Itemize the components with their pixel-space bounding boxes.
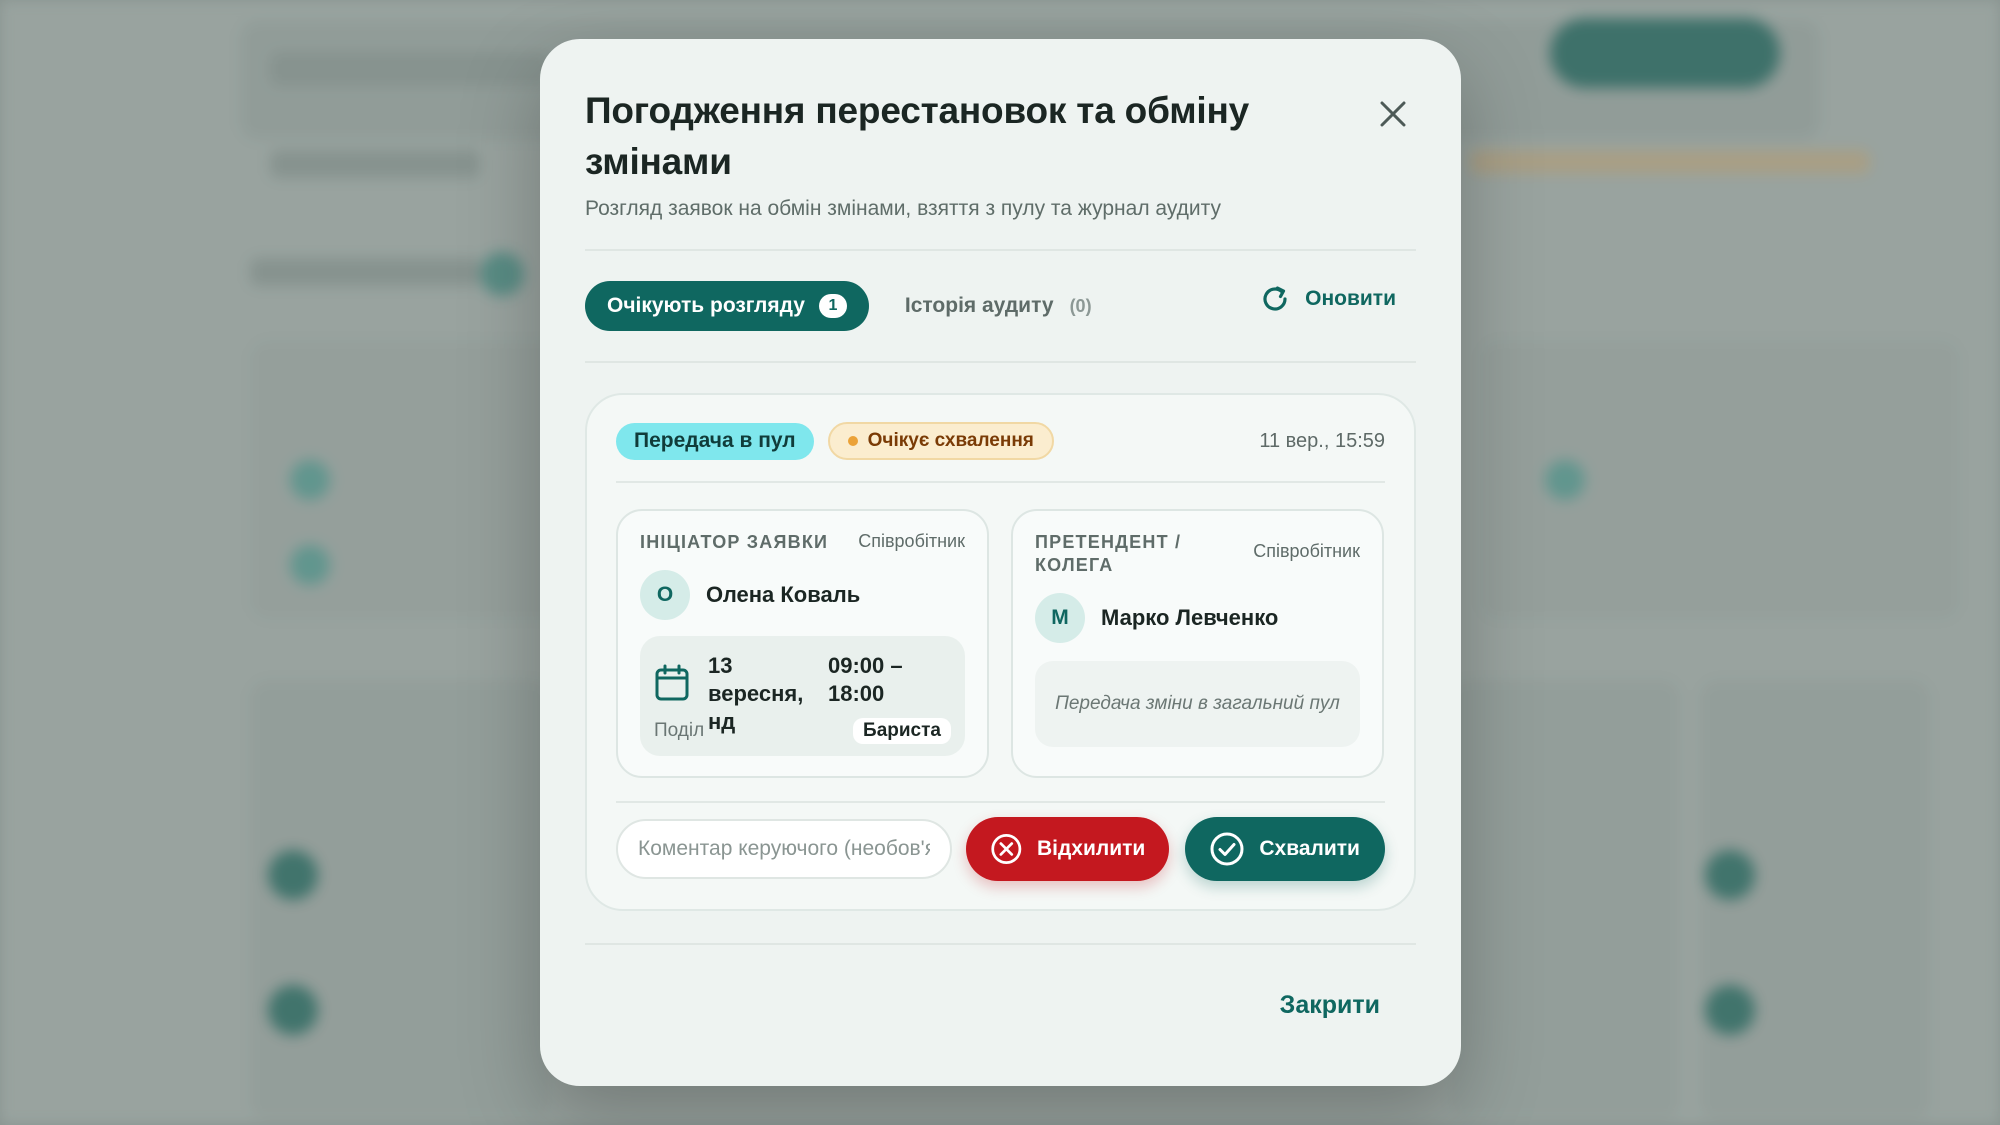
avatar: М [1035,593,1085,643]
close-button[interactable] [1370,91,1416,137]
calendar-icon [655,664,689,701]
tab-audit-label: Історія аудиту [904,294,1054,317]
candidate-kind: Співробітник [1253,541,1360,561]
tab-pending-label: Очікують розгляду [607,294,805,317]
shift-meta: Поділ Бариста [654,718,951,744]
refresh-label: Оновити [1305,287,1396,310]
request-parties: ІНІЦІАТОР ЗАЯВКИ Співробітник О Олена Ко… [616,509,1385,778]
candidate-name: Марко Левченко [1101,605,1279,630]
modal-footer: Закрити [585,945,1416,1075]
reject-circle-x-icon [991,834,1022,864]
candidate-person: М Марко Левченко [1035,593,1360,643]
status-label: Очікує схвалення [867,430,1034,451]
modal-header: Погодження перестановок та обміну змінам… [585,39,1416,221]
approve-label: Схвалити [1259,837,1360,860]
status-badge: Очікує схвалення [827,422,1054,460]
request-card: Передача в пул Очікує схвалення 11 вер.,… [585,393,1416,911]
initiator-panel: ІНІЦІАТОР ЗАЯВКИ Співробітник О Олена Ко… [616,509,989,778]
request-actions: Відхилити Схвалити [616,801,1385,881]
department-label: Поділ [654,720,705,741]
modal-subtitle: Розгляд заявок на обмін змінами, взяття … [585,197,1221,220]
tab-pending[interactable]: Очікують розгляду 1 [585,281,869,331]
approve-button[interactable]: Схвалити [1185,817,1385,881]
close-icon [1380,101,1406,127]
tab-audit-count: (0) [1069,295,1092,316]
shift-time: 09:00 – 18:00 [828,653,903,706]
request-card-header: Передача в пул Очікує схвалення 11 вер.,… [616,395,1385,483]
initiator-name: Олена Коваль [706,582,861,607]
candidate-header: ПРЕТЕНДЕНТ / КОЛЕГА Співробітник [1035,531,1360,577]
request-timestamp: 11 вер., 15:59 [1259,429,1385,452]
close-footer-button[interactable]: Закрити [1280,991,1380,1020]
manager-comment-input[interactable] [616,819,953,879]
request-type-badge: Передача в пул [616,422,814,460]
candidate-role-label: ПРЕТЕНДЕНТ / КОЛЕГА [1035,532,1182,575]
refresh-icon [1263,286,1287,311]
tabs-divider [585,361,1416,363]
candidate-panel: ПРЕТЕНДЕНТ / КОЛЕГА Співробітник М Марко… [1011,509,1384,778]
initiator-kind: Співробітник [858,531,965,551]
initiator-role-label: ІНІЦІАТОР ЗАЯВКИ [640,532,829,552]
tab-pending-count: 1 [818,294,847,318]
initiator-header: ІНІЦІАТОР ЗАЯВКИ Співробітник [640,531,965,554]
initiator-person: О Олена Коваль [640,570,965,620]
position-chip: Бариста [853,718,951,744]
modal-title: Погодження перестановок та обміну змінам… [585,90,1250,182]
avatar: О [640,570,690,620]
reject-button[interactable]: Відхилити [966,817,1170,881]
shift-swap-approval-modal: Погодження перестановок та обміну змінам… [540,39,1461,1086]
approve-circle-check-icon [1210,832,1244,866]
reject-label: Відхилити [1036,837,1146,860]
refresh-button[interactable]: Оновити [1259,283,1396,315]
pool-transfer-note: Передача зміни в загальний пул [1035,661,1360,747]
status-dot-icon [847,436,858,446]
shift-details: 13 вересня, нд 09:00 – 18:00 Поділ Барис… [640,636,965,756]
tab-audit-history[interactable]: Історія аудиту (0) [905,294,1092,318]
tabs-row: Очікують розгляду 1 Історія аудиту (0) О… [585,251,1416,361]
